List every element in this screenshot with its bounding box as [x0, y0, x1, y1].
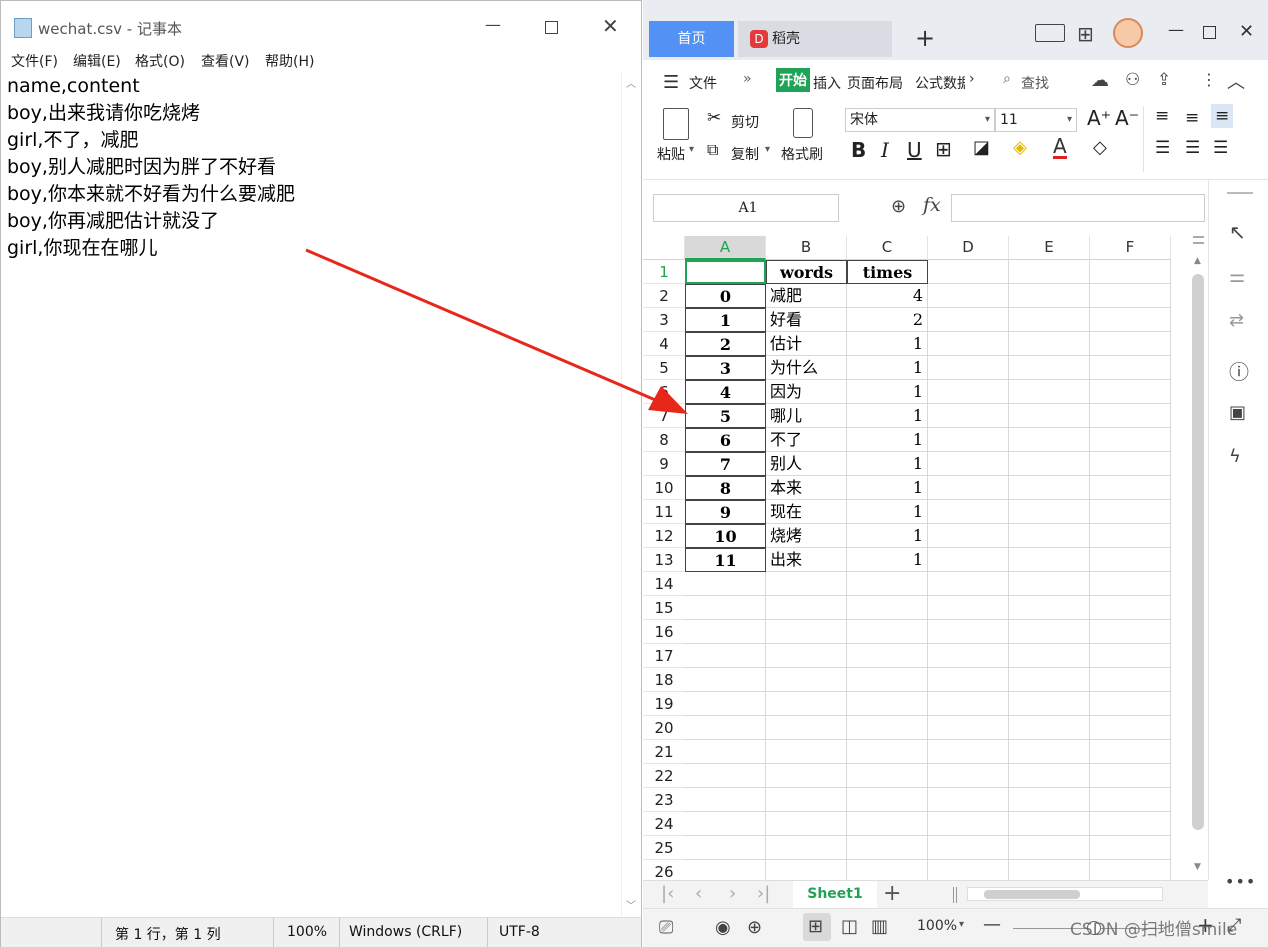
watermark: CSDN @扫地僧smile: [1070, 920, 1238, 940]
annotation-arrow: [305, 248, 688, 414]
